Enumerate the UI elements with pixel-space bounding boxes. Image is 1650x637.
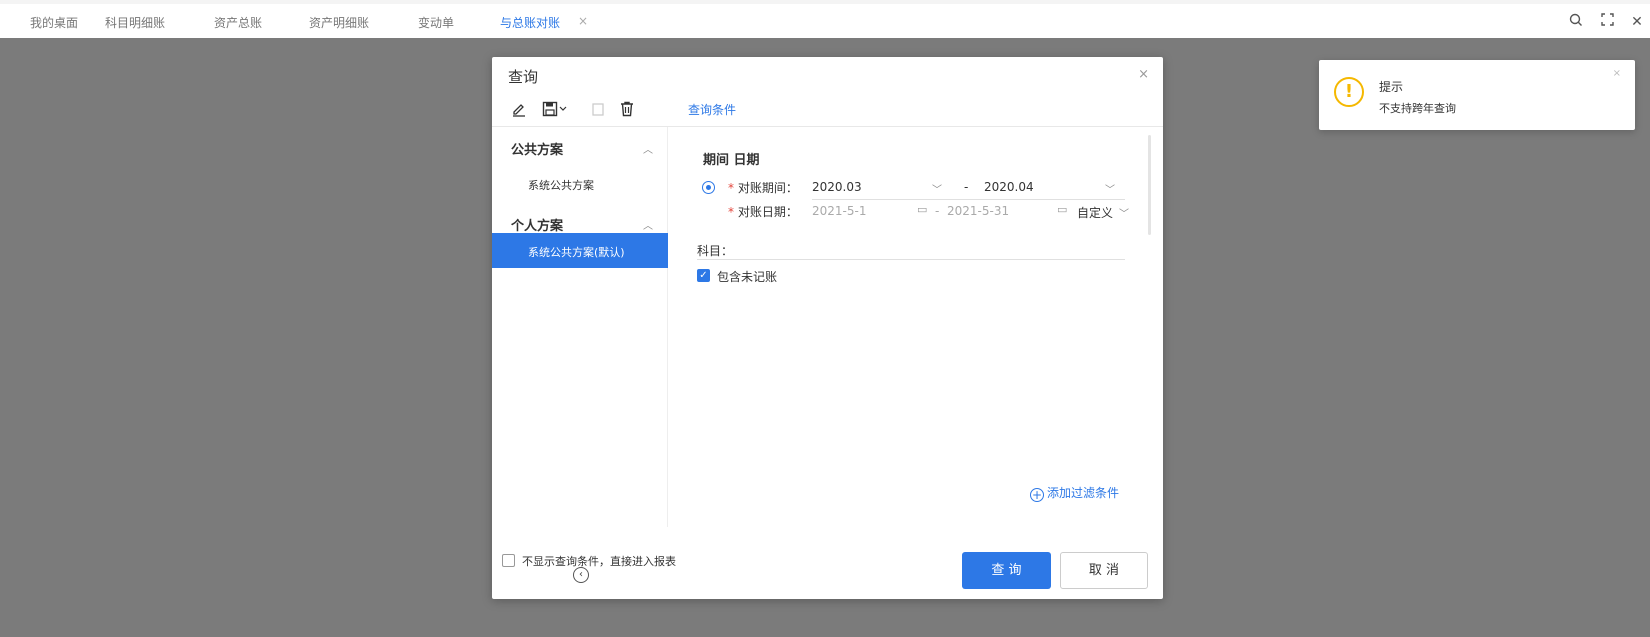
chevron-down-icon[interactable]: ﹀	[932, 181, 942, 196]
include-unposted-label: 包含未记账	[717, 270, 778, 284]
period-underline	[812, 199, 1125, 200]
toast-message: 不支持跨年查询	[1379, 102, 1456, 115]
period-radio[interactable]	[702, 181, 715, 194]
copy-icon[interactable]	[587, 101, 609, 123]
dialog-close-icon[interactable]: ×	[1138, 67, 1149, 82]
period-from-select[interactable]: 2020.03	[812, 180, 862, 194]
range-dash: -	[935, 204, 940, 218]
tab-close-icon[interactable]: ×	[578, 14, 588, 28]
date-label: * 对账日期：	[728, 205, 798, 219]
personal-scheme-group[interactable]: 个人方案	[511, 215, 563, 234]
cancel-button[interactable]: 取 消	[1060, 552, 1148, 589]
save-icon[interactable]	[542, 101, 567, 123]
tab-change-order[interactable]: 变动单	[418, 14, 454, 31]
skip-conditions-label: 不显示查询条件，直接进入报表	[522, 555, 676, 568]
period-to-select[interactable]: 2020.04	[984, 180, 1034, 194]
dialog-title: 查询	[508, 68, 539, 86]
plus-circle-icon: +	[1030, 488, 1044, 502]
search-icon[interactable]	[1567, 13, 1585, 31]
close-icon[interactable]: ✕	[1628, 13, 1646, 31]
calendar-icon[interactable]: ▭	[917, 203, 927, 216]
include-unposted-checkbox[interactable]: ✓	[697, 269, 710, 282]
date-to-input[interactable]: 2021-5-31	[947, 204, 1009, 218]
chevron-down-icon[interactable]: ﹀	[1105, 181, 1115, 196]
scheme-item-selected[interactable]: 系统公共方案(默认)	[492, 233, 668, 268]
tab-my-desktop[interactable]: 我的桌面	[30, 14, 78, 31]
date-mode-select[interactable]: 自定义	[1077, 204, 1113, 221]
tab-query-conditions[interactable]: 查询条件	[688, 101, 736, 118]
date-from-input[interactable]: 2021-5-1	[812, 204, 866, 218]
period-label: * 对账期间：	[728, 181, 798, 195]
add-filter-link[interactable]: + 添加过滤条件	[1030, 484, 1119, 502]
subject-label: 科目：	[697, 244, 734, 258]
tab-subject-detail[interactable]: 科目明细账	[105, 14, 165, 31]
tab-reconcile-gl[interactable]: 与总账对账	[500, 14, 560, 31]
notification-toast: ! 提示 不支持跨年查询 ×	[1319, 60, 1635, 130]
scheme-item[interactable]: 系统公共方案	[528, 177, 594, 193]
tab-asset-detail[interactable]: 资产明细账	[309, 14, 369, 31]
scheme-panel: 公共方案 ︿ 系统公共方案 个人方案 ︿ 系统公共方案(默认) ‹	[492, 127, 668, 583]
top-tab-bar: 我的桌面 科目明细账 资产总账 资产明细账 变动单 与总账对账 × ✕	[0, 0, 1650, 40]
chevron-up-icon[interactable]: ︿	[643, 141, 653, 156]
warning-icon: !	[1334, 77, 1364, 107]
query-dialog: 查询 × 查询条件 公共方案 ︿ 系统公共方案 个人方案 ︿ 系统公共方案(默认…	[492, 57, 1163, 599]
chevron-down-icon[interactable]: ﹀	[1119, 205, 1129, 220]
skip-conditions-checkbox[interactable]	[502, 554, 515, 567]
chevron-up-icon[interactable]: ︿	[643, 217, 653, 232]
collapse-panel-icon[interactable]: ‹	[573, 567, 589, 583]
scheme-toolbar	[492, 95, 668, 129]
scheme-item-label: 系统公共方案(默认)	[528, 246, 625, 259]
query-button[interactable]: 查 询	[962, 552, 1051, 589]
range-dash: -	[964, 180, 969, 194]
edit-icon[interactable]	[508, 101, 530, 123]
scrollbar[interactable]	[1148, 135, 1151, 235]
subject-input[interactable]	[697, 259, 1125, 260]
delete-icon[interactable]	[616, 101, 638, 123]
calendar-icon[interactable]: ▭	[1057, 203, 1067, 216]
tab-asset-ledger[interactable]: 资产总账	[214, 14, 262, 31]
public-scheme-group[interactable]: 公共方案	[511, 139, 563, 158]
section-title: 期间 日期	[703, 153, 760, 168]
toast-title: 提示	[1379, 80, 1404, 94]
toast-close-icon[interactable]: ×	[1613, 68, 1621, 79]
fullscreen-icon[interactable]	[1598, 13, 1616, 31]
